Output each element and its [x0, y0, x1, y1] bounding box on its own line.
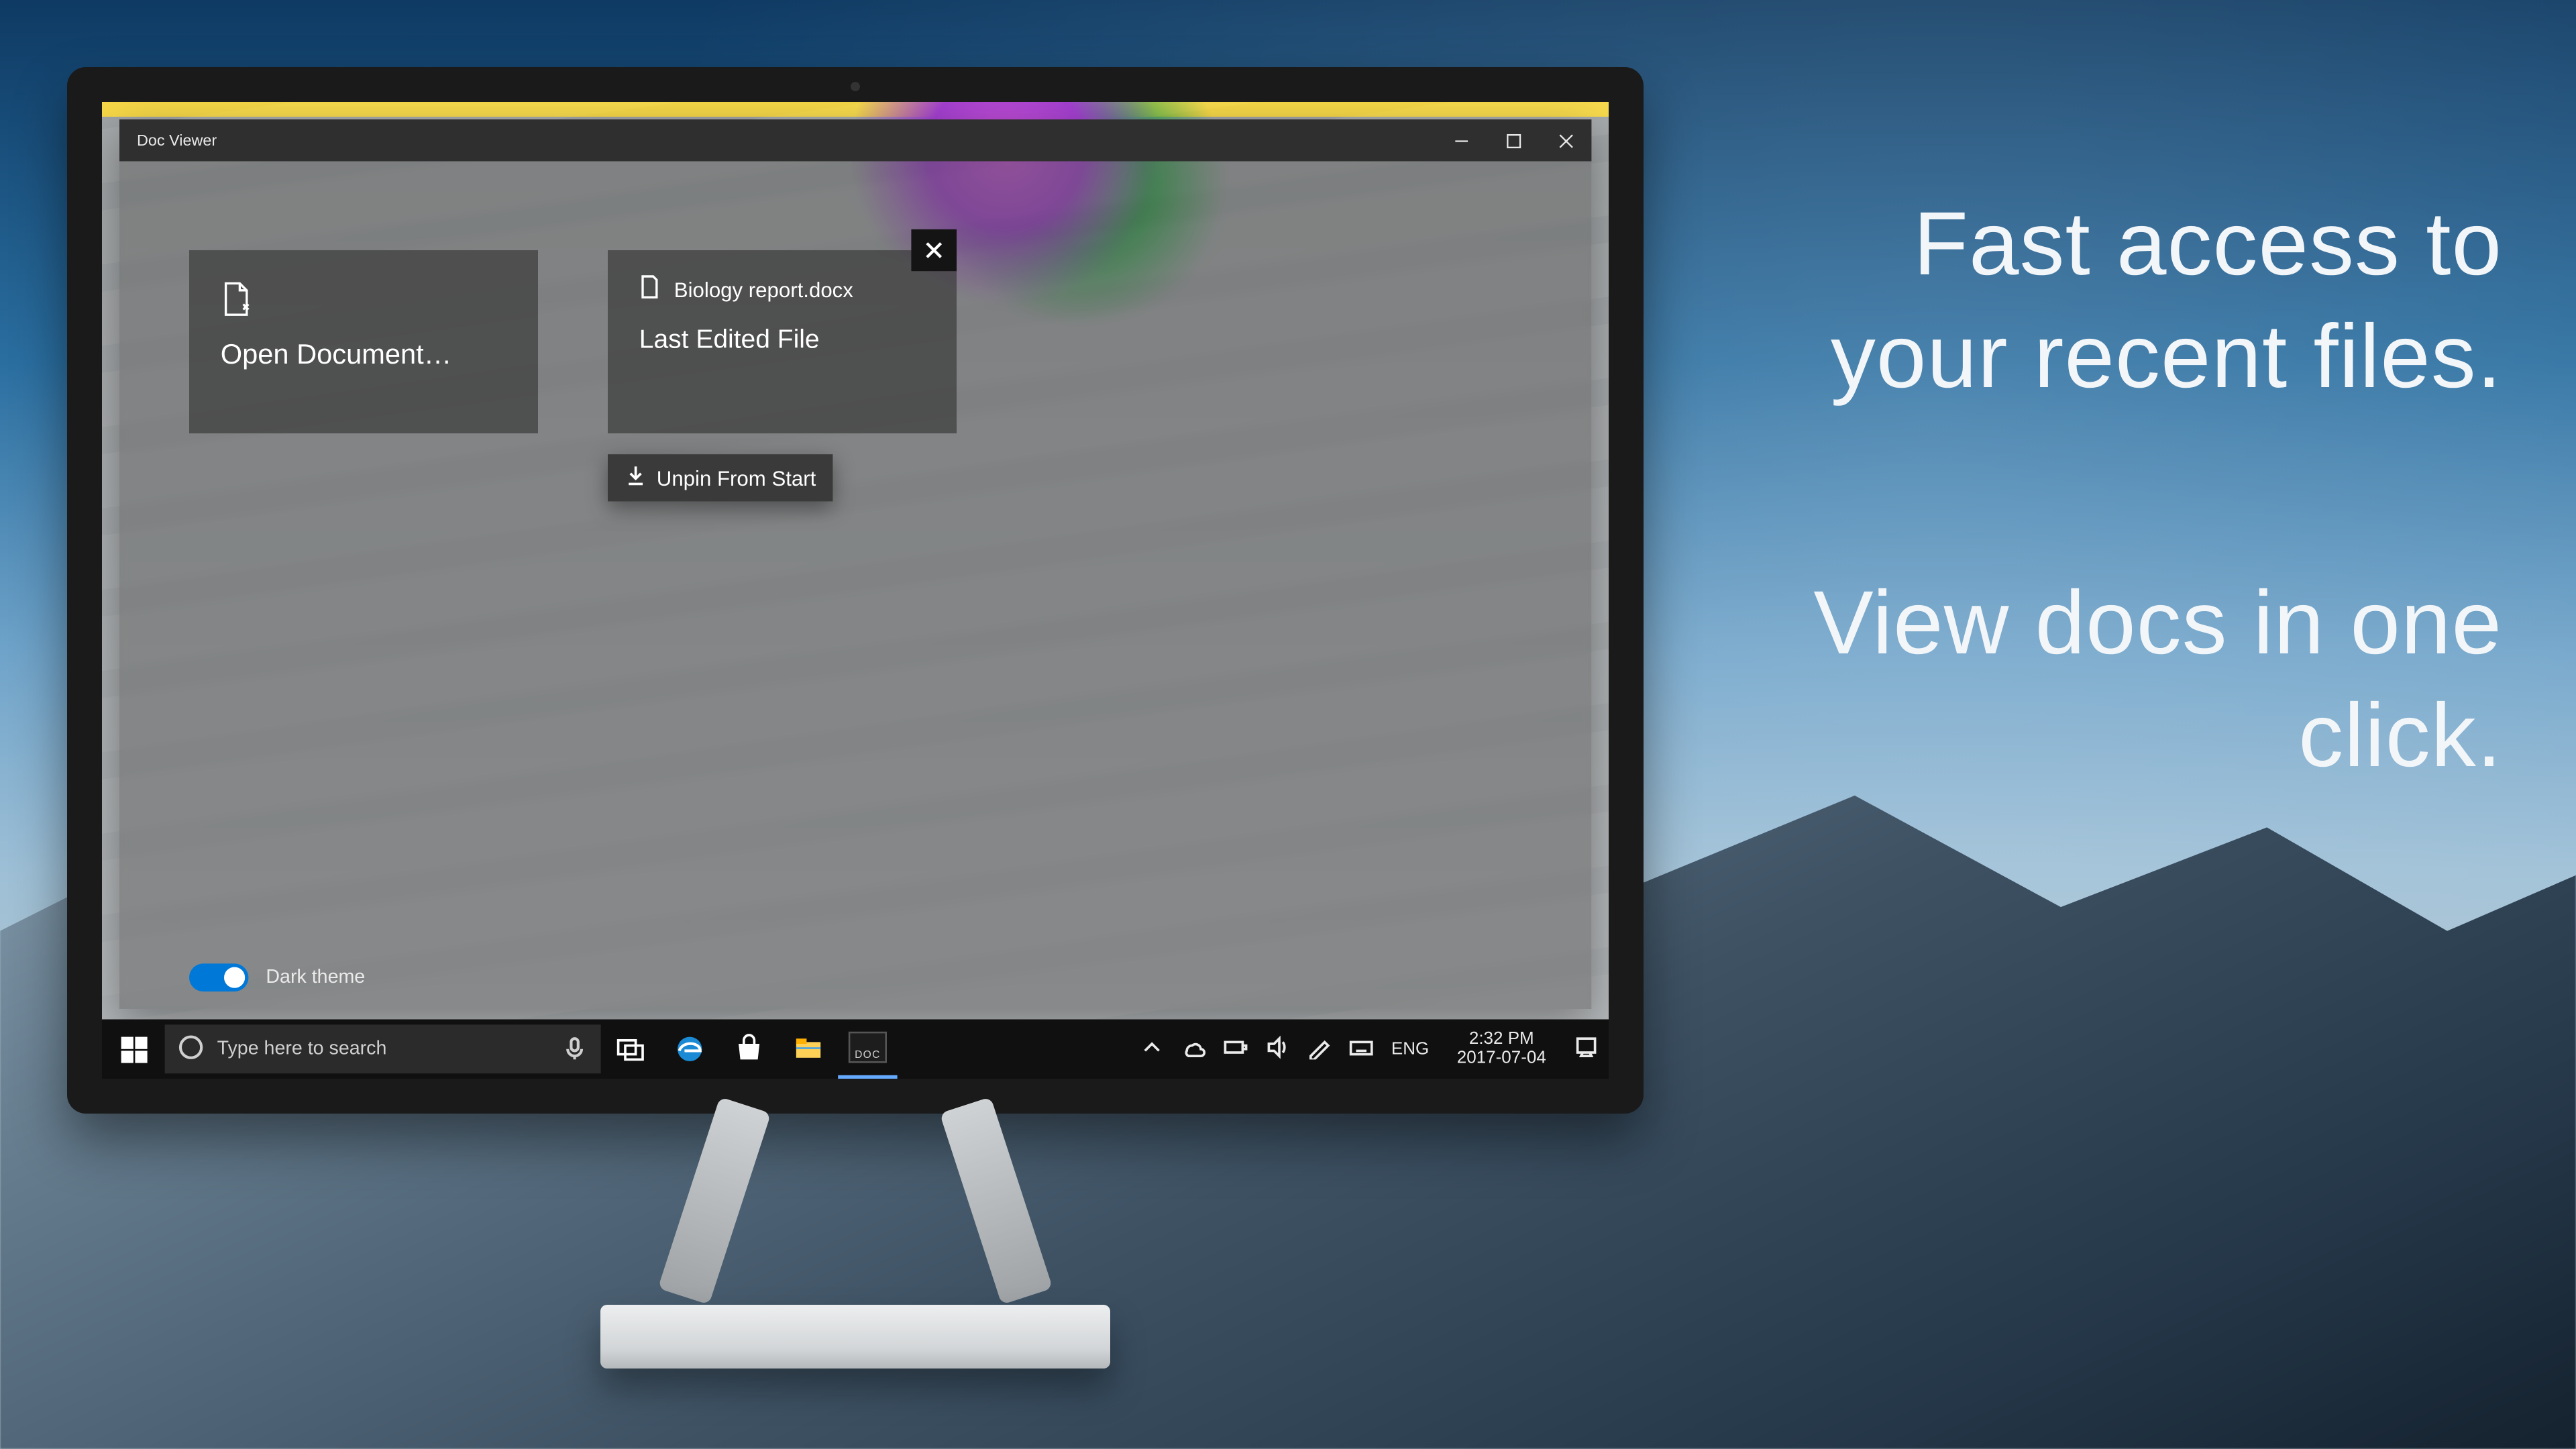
- taskbar-search[interactable]: Type here to search: [165, 1024, 601, 1073]
- marketing-copy: Fast access to your recent files. View d…: [1724, 188, 2502, 792]
- surface-studio-mockup: Doc Viewer: [67, 67, 1644, 1368]
- tray-keyboard-icon[interactable]: [1349, 1034, 1373, 1064]
- taskbar-app-store[interactable]: [719, 1020, 778, 1079]
- tray-volume-icon[interactable]: [1266, 1034, 1290, 1064]
- dark-theme-label: Dark theme: [266, 967, 365, 988]
- recent-filename: Biology report.docx: [674, 277, 853, 301]
- tray-onedrive-icon[interactable]: [1182, 1034, 1206, 1064]
- open-document-tile[interactable]: Open Document…: [189, 250, 538, 433]
- unpin-label: Unpin From Start: [657, 466, 816, 490]
- promo-line-2: View docs in one click.: [1724, 567, 2502, 792]
- document-plus-icon: [221, 282, 506, 327]
- desktop: Doc Viewer: [102, 102, 1609, 1079]
- window-title: Doc Viewer: [137, 131, 217, 149]
- cortana-circle-icon: [178, 1034, 203, 1064]
- file-icon: [639, 274, 660, 304]
- maximize-button[interactable]: [1487, 119, 1539, 161]
- unpin-icon: [625, 465, 646, 491]
- titlebar[interactable]: Doc Viewer: [119, 119, 1591, 161]
- webcam-dot: [851, 82, 860, 91]
- recent-file-tile[interactable]: Biology report.docx Last Edited File: [608, 250, 957, 433]
- doc-app-icon: DOC: [849, 1032, 887, 1063]
- taskbar-app-explorer[interactable]: [779, 1020, 838, 1079]
- open-document-label: Open Document…: [221, 341, 506, 372]
- search-placeholder: Type here to search: [217, 1038, 387, 1059]
- tray-pen-icon[interactable]: [1307, 1034, 1332, 1064]
- tray-clock[interactable]: 2:32 PM 2017-07-04: [1446, 1030, 1556, 1068]
- minimize-button[interactable]: [1434, 119, 1487, 161]
- tray-date: 2017-07-04: [1457, 1049, 1546, 1069]
- tray-time: 2:32 PM: [1457, 1030, 1546, 1049]
- monitor-stand: [600, 1114, 1110, 1368]
- start-button[interactable]: [102, 1020, 165, 1079]
- taskbar-app-edge[interactable]: [660, 1020, 719, 1079]
- mic-icon[interactable]: [562, 1034, 586, 1064]
- taskbar: Type here to search: [102, 1020, 1609, 1079]
- recent-subtitle: Last Edited File: [639, 325, 925, 355]
- close-button[interactable]: [1539, 119, 1591, 161]
- action-center-icon[interactable]: [1574, 1034, 1598, 1064]
- doc-viewer-window: Doc Viewer: [119, 119, 1591, 1009]
- promo-line-1: Fast access to your recent files.: [1724, 188, 2502, 413]
- tray-language[interactable]: ENG: [1391, 1040, 1429, 1059]
- windows-logo-icon: [120, 1036, 146, 1062]
- system-tray: ENG 2:32 PM 2017-07-04: [1140, 1030, 1609, 1068]
- tray-battery-icon[interactable]: [1224, 1034, 1248, 1064]
- monitor-screen: Doc Viewer: [102, 102, 1609, 1079]
- tray-overflow-chevron-icon[interactable]: [1140, 1034, 1164, 1064]
- remove-recent-button[interactable]: [911, 229, 957, 271]
- taskbar-app-doc-viewer[interactable]: DOC: [838, 1020, 897, 1079]
- context-menu-unpin[interactable]: Unpin From Start: [608, 454, 833, 501]
- monitor-bezel: Doc Viewer: [67, 67, 1644, 1114]
- dark-theme-toggle[interactable]: [189, 963, 248, 991]
- task-view-button[interactable]: [601, 1020, 660, 1079]
